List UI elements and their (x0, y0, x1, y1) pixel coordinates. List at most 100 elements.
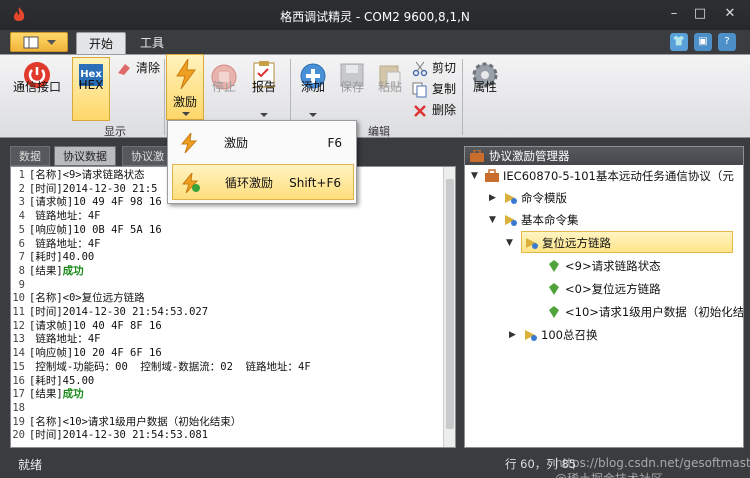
log-text-body: [请求帧]10 49 4F 98 16 (29, 196, 162, 209)
scrollbar-thumb[interactable] (446, 179, 454, 429)
info-icon[interactable]: ▣ (694, 33, 712, 51)
line-number: 1 (18, 169, 25, 181)
lightning-icon (176, 59, 196, 89)
chevron-right-icon[interactable]: ▶ (489, 187, 499, 209)
help-icon[interactable]: ? (718, 33, 736, 51)
maximize-button[interactable]: □ (690, 4, 710, 24)
ribbon-tab-row: 开始 工具 👕 ▣ ? (0, 30, 750, 54)
cut-button[interactable]: 剪切 (412, 59, 456, 78)
log-text-body: [结果] (29, 264, 63, 277)
log-text: [名称]<9>请求链路状态 (29, 169, 145, 183)
menu-item-loop-excite[interactable]: 循环激励 Shift+F6 (172, 164, 354, 200)
delete-button[interactable]: 删除 (412, 101, 456, 120)
command-set-icon (525, 330, 537, 341)
tree-item-reset-label: 复位远方链路 (542, 236, 611, 250)
comm-port-button[interactable]: 通信接口 (8, 57, 66, 121)
log-text-body: 控制域-功能码：00 控制域-数据流：02 链路地址：4F (29, 360, 311, 373)
tab-protocol-excite[interactable]: 协议激 (122, 146, 173, 166)
log-line: 9 (11, 279, 439, 293)
log-line: 11 [时间]2014-12-30 21:54:53.027 (11, 306, 439, 320)
log-line: 14 [响应帧]10 20 4F 6F 16 (11, 347, 439, 361)
log-text: [名称]<10>请求1级用户数据（初始化结束） (29, 416, 241, 430)
tree-leaf-label: <10>请求1级用户数据（初始化结 (565, 305, 743, 319)
tab-start[interactable]: 开始 (76, 32, 127, 54)
save-label: 保存 (339, 80, 364, 94)
theme-icon[interactable]: 👕 (670, 33, 688, 51)
panel-title: 协议激励管理器 (465, 147, 743, 165)
close-button[interactable]: ✕ (720, 4, 740, 24)
tab-protocol-data[interactable]: 协议数据 (54, 146, 116, 166)
command-set-icon (526, 238, 538, 249)
log-text: [耗时]40.00 (29, 251, 94, 265)
report-button[interactable]: 报告 (244, 57, 284, 121)
line-number: 6 (18, 237, 25, 250)
line-number: 10 (12, 292, 25, 305)
log-text-body: [结果] (29, 388, 63, 401)
log-text: [时间]2014-12-30 21:54:53.081 (29, 429, 208, 443)
line-number: 18 (12, 401, 25, 414)
excite-button[interactable]: 激励 (166, 54, 204, 120)
log-text: 链路地址：4F (29, 333, 100, 347)
properties-button[interactable]: 属性 (466, 57, 504, 121)
toolbox-icon (485, 169, 499, 182)
line-number: 2 (18, 182, 25, 195)
log-line: 15 控制域-功能码：00 控制域-数据流：02 链路地址：4F (11, 361, 439, 375)
minimize-button[interactable]: – (664, 4, 684, 24)
hex-toggle-button[interactable]: Hex HEX (72, 57, 110, 121)
log-line: 12 [请求帧]10 40 4F 8F 16 (11, 320, 439, 334)
log-text: [结果]成功 (29, 388, 84, 402)
line-number: 19 (12, 415, 25, 428)
chevron-down-icon (309, 113, 317, 117)
menu-item-shortcut: Shift+F6 (289, 176, 341, 190)
log-editor[interactable]: 1 [名称]<9>请求链路状态 2 [时间]2014-12-30 21:5 3 [请求帧]… (10, 166, 456, 448)
add-button[interactable]: 添加 (294, 57, 332, 121)
log-line: 5 [响应帧]10 0B 4F 5A 16 (11, 224, 439, 238)
line-number: 14 (12, 347, 25, 360)
chevron-down-icon (182, 112, 190, 116)
paste-button[interactable]: 粘贴 (372, 57, 408, 121)
chevron-down-icon[interactable]: ▼ (471, 165, 481, 187)
log-text: [耗时]45.00 (29, 375, 94, 389)
log-text: 控制域-功能码：00 控制域-数据流：02 链路地址：4F (29, 360, 311, 375)
log-text-body: [时间]2014-12-30 21:5 (29, 182, 158, 195)
clear-button[interactable]: 清除 (116, 59, 160, 78)
save-button[interactable]: 保存 (334, 57, 370, 121)
log-line: 8 [结果]成功 (11, 265, 439, 279)
vertical-scrollbar[interactable] (443, 167, 455, 447)
log-text: [请求帧]10 49 4F 98 16 (29, 196, 162, 210)
menu-item-label: 激励 (224, 136, 249, 150)
chevron-down-icon[interactable]: ▼ (489, 209, 499, 231)
command-set-icon (505, 193, 517, 204)
log-text: 链路地址：4F (29, 210, 100, 224)
log-text-body: [请求帧]10 40 4F 8F 16 (29, 319, 162, 332)
log-line: 7 [耗时]40.00 (11, 251, 439, 265)
quick-access-menu-button[interactable] (10, 32, 68, 52)
window-title: 格西调试精灵 - COM2 9600,8,1,N (280, 10, 470, 24)
toolbox-icon (470, 150, 484, 162)
tree-item-reset-link[interactable]: ▼ 复位远方链路 (506, 231, 733, 253)
log-text-body: 链路地址：4F (29, 210, 101, 223)
group-separator (164, 59, 165, 135)
menu-item-excite[interactable]: 激励 F6 (172, 125, 354, 161)
add-label: 添加 (300, 80, 325, 94)
line-number: 5 (18, 223, 25, 236)
copy-button[interactable]: 复制 (412, 80, 456, 99)
comm-port-label: 通信接口 (12, 80, 61, 94)
group-display-label: 显示 (104, 125, 126, 138)
stop-button[interactable]: 停止 (206, 57, 242, 121)
app-menu-icon (23, 36, 39, 49)
chevron-right-icon[interactable]: ▶ (509, 324, 519, 346)
log-text: [名称]<0>复位远方链路 (29, 292, 145, 306)
line-number: 11 (12, 306, 25, 318)
loop-lightning-icon (181, 173, 200, 193)
excite-label: 激励 (172, 95, 197, 109)
ribbon: 通信接口 Hex HEX 清除 显示 停止 报告 添加 保存 粘贴 剪切 复制 … (0, 54, 750, 138)
log-text-body: [响应帧]10 0B 4F 5A 16 (29, 223, 162, 236)
chevron-down-icon[interactable]: ▼ (506, 232, 516, 254)
tab-data[interactable]: 数据 (10, 146, 50, 166)
log-text-body: [时间]2014-12-30 21:54:53.081 (29, 429, 209, 442)
delete-icon (414, 105, 426, 117)
line-number: 7 (18, 251, 25, 264)
tree-item-general-label: 100总召换 (541, 328, 598, 342)
tab-tools[interactable]: 工具 (128, 32, 176, 54)
